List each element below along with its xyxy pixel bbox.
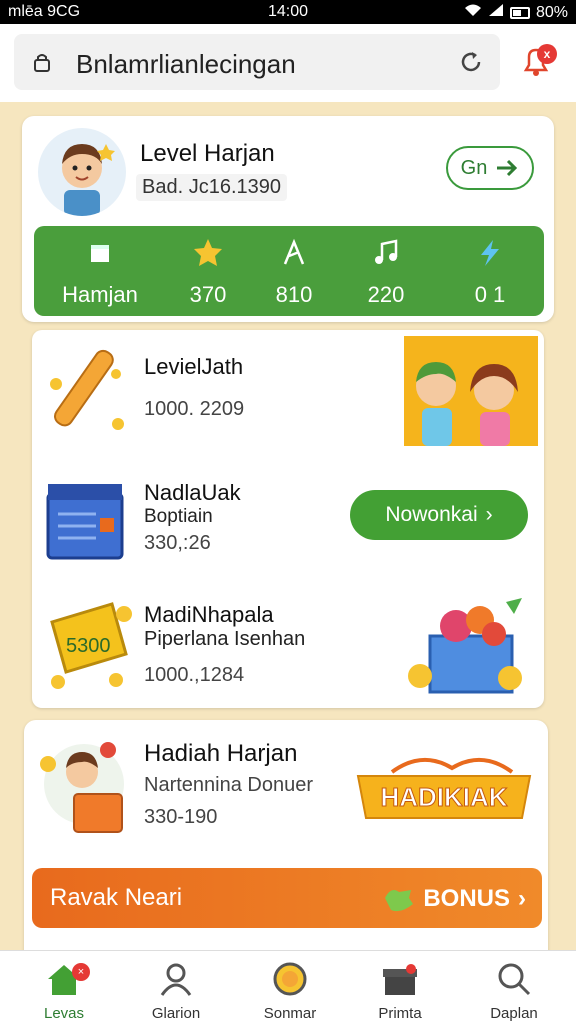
item-title: MadiNhapala	[144, 602, 274, 627]
lightning-icon	[481, 240, 499, 266]
scroll-icon	[50, 349, 124, 430]
chevron-right-icon: ›	[485, 503, 493, 526]
hadiah-subtitle: Nartennina Donuer	[144, 774, 313, 796]
bonus-button[interactable]: BONUS ›	[381, 884, 526, 914]
stats-bar: Hamjan 370 810 220 0 1	[34, 226, 544, 316]
music-icon	[375, 239, 398, 264]
banner-text: HADIKIAK	[380, 782, 507, 812]
nav-item-primta[interactable]: Primta	[350, 959, 450, 1022]
coupon-value: 5300	[66, 635, 111, 657]
wifi-icon	[464, 3, 482, 22]
stat-value: Hamjan	[62, 282, 138, 307]
nav-label: Sonmar	[263, 1005, 317, 1022]
status-icons: 80%	[464, 3, 568, 22]
stat-value: 370	[189, 282, 227, 307]
gift-icon	[383, 964, 417, 995]
gift-box-image	[408, 598, 522, 694]
go-button-label: Gn	[460, 156, 488, 179]
arrow-right-icon	[497, 159, 518, 177]
stat-value: 220	[367, 282, 405, 307]
search-icon	[498, 963, 531, 996]
item-number: 1000. 2209	[144, 398, 245, 420]
coin-icon	[273, 962, 307, 996]
item-title: NadlaUak	[144, 480, 241, 505]
url-bar[interactable]: Bnlamrlianlecingan	[14, 34, 500, 90]
item-subtitle: Boptiain	[144, 506, 213, 527]
nav-item-daplan[interactable]: Daplan	[464, 959, 564, 1022]
chevron-right-icon: ›	[518, 885, 526, 912]
nav-item-home[interactable]: × Levas	[14, 959, 114, 1022]
bottom-nav: × Levas Glarion Sonmar Primta Daplan	[0, 950, 576, 1024]
level-subtitle: Bad. Jc16.1390	[136, 174, 287, 201]
stat-value: 0 1	[474, 282, 506, 307]
level-title: Level Harjan	[140, 140, 275, 167]
hadiah-card: Hadiah Harjan Nartennina Donuer 330-190 …	[24, 720, 548, 952]
bonus-bar[interactable]: Ravak Neari BONUS ›	[32, 868, 542, 928]
hadiah-banner: HADIKIAK	[356, 757, 532, 819]
kid-gift-image	[40, 742, 124, 833]
box-icon	[91, 245, 109, 262]
nowonkai-label: Nowonkai	[385, 503, 478, 526]
go-button[interactable]: Gn	[446, 146, 534, 190]
nav-badge: ×	[72, 963, 90, 981]
hadiah-title: Hadiah Harjan	[144, 740, 298, 767]
lock-icon	[34, 54, 50, 72]
note-icon	[283, 238, 305, 265]
hadiah-number: 330-190	[144, 806, 218, 828]
reload-icon[interactable]	[458, 49, 484, 75]
item-number: 1000.,1284	[144, 664, 245, 686]
url-text[interactable]: Bnlamrlianlecingan	[76, 49, 296, 80]
stat-item[interactable]: 0 1	[440, 236, 540, 308]
item-subtitle: Piperlana Isenhan	[144, 628, 306, 650]
chest-icon	[46, 484, 124, 560]
nowonkai-button[interactable]: Nowonkai ›	[350, 490, 528, 540]
nav-item-sonmar[interactable]: Sonmar	[240, 959, 340, 1022]
list-item[interactable]: LevielJath 1000. 2209	[32, 330, 544, 450]
browser-bar: Bnlamrlianlecingan x	[0, 24, 576, 102]
item-title: LevielJath	[144, 354, 244, 379]
coupon-icon: 5300	[50, 602, 132, 689]
battery-text: 80%	[535, 3, 568, 21]
stat-item[interactable]: 370	[158, 236, 258, 308]
bonus-left-label: Ravak Neari	[50, 884, 183, 911]
user-icon	[160, 963, 192, 996]
bonus-label: BONUS	[423, 885, 510, 912]
battery-icon	[509, 6, 530, 19]
list-item[interactable]: NadlaUak Boptiain 330,:26 Nowonkai ›	[32, 450, 544, 580]
stat-value: 810	[275, 282, 313, 307]
stat-item[interactable]: 220	[336, 236, 436, 308]
nav-item-glarion[interactable]: Glarion	[126, 959, 226, 1022]
nav-label: Glarion	[151, 1005, 201, 1022]
friends-image	[404, 336, 538, 446]
notification-badge: x	[537, 44, 557, 64]
nav-label: Daplan	[490, 1005, 538, 1022]
stat-item[interactable]: Hamjan	[50, 236, 150, 308]
reward-list-card: LevielJath 1000. 2209 NadlaUak Boptiain …	[32, 330, 544, 708]
level-card: Level Harjan Bad. Jc16.1390 Gn Hamjan 37…	[22, 116, 554, 322]
stat-item[interactable]: 810	[244, 236, 344, 308]
nav-label: Primta	[378, 1005, 422, 1022]
status-bar: mlēa 9CG 14:00 80%	[0, 0, 576, 24]
signal-icon	[488, 3, 504, 22]
hand-icon	[385, 890, 414, 912]
list-item[interactable]: 5300 MadiNhapala Piperlana Isenhan 1000.…	[32, 580, 544, 708]
avatar	[38, 128, 126, 216]
nav-label: Levas	[43, 1005, 85, 1022]
item-number: 330,:26	[144, 532, 211, 554]
star-icon	[194, 239, 222, 266]
